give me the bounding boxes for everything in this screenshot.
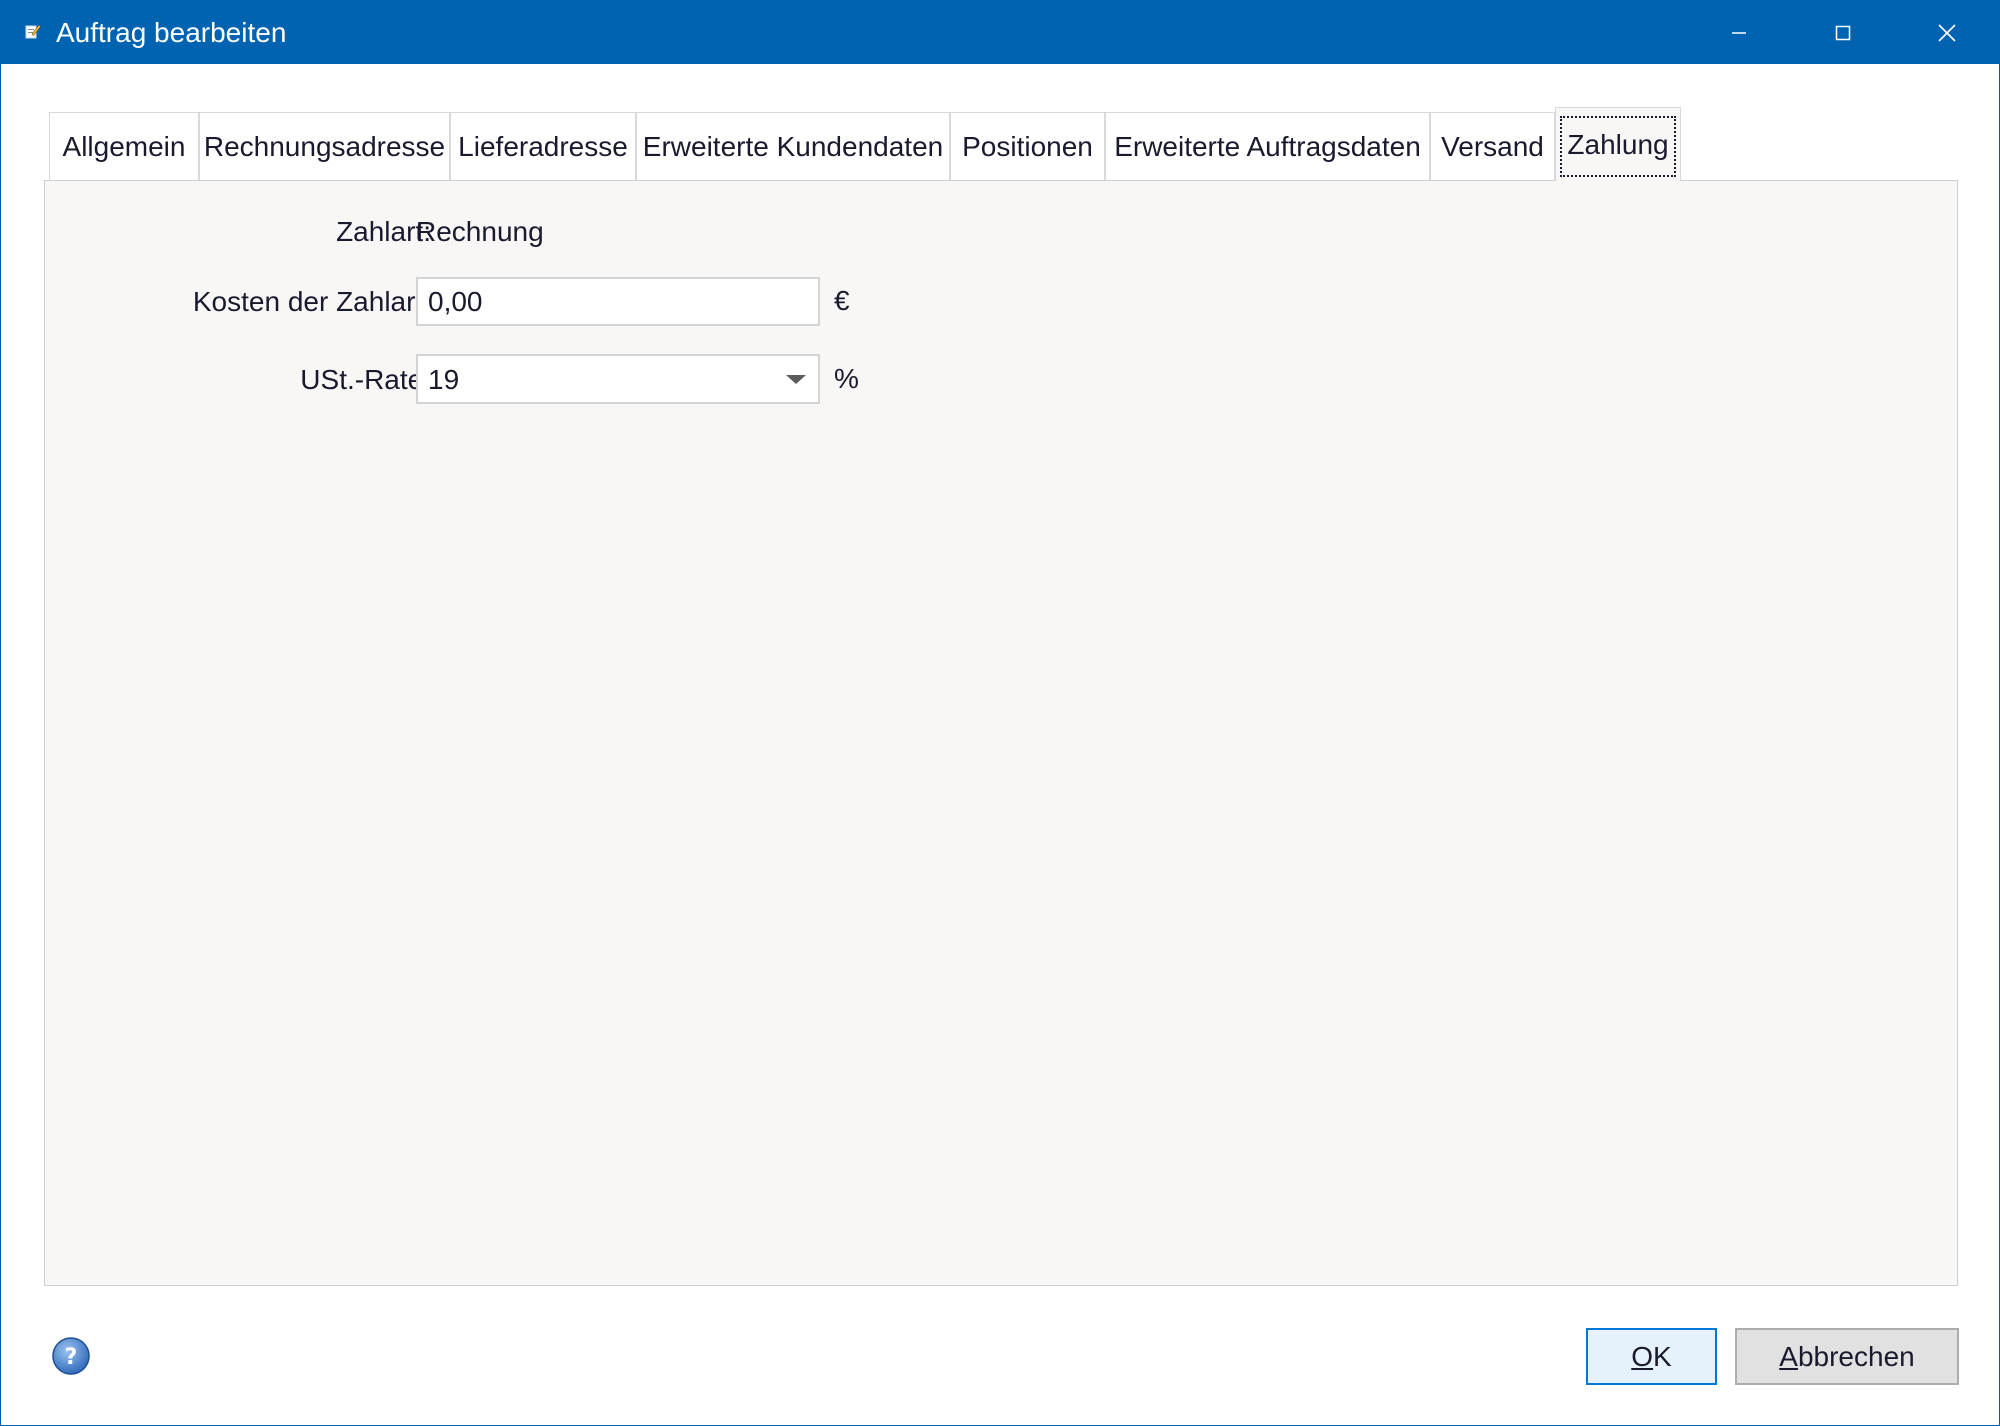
tab-label: Rechnungsadresse xyxy=(203,130,446,162)
ok-mnemonic: O xyxy=(1631,1340,1654,1372)
tab-label: Zahlung xyxy=(1567,128,1669,160)
currency-unit: € xyxy=(834,285,850,316)
tab-rechnungsadresse[interactable]: Rechnungsadresse xyxy=(199,112,450,180)
tab-versand[interactable]: Versand xyxy=(1430,112,1555,180)
title-bar[interactable]: Auftrag bearbeiten xyxy=(1,1,1999,64)
ok-button[interactable]: OK xyxy=(1586,1328,1717,1385)
dialog-window: Auftrag bearbeiten Allgemein Rechnungsad… xyxy=(0,0,2000,1426)
tab-erweiterte-auftragsdaten[interactable]: Erweiterte Auftragsdaten xyxy=(1105,112,1430,180)
vat-rate-value: 19 xyxy=(428,364,460,395)
edit-document-icon xyxy=(25,23,41,39)
tab-label: Lieferadresse xyxy=(458,130,628,162)
svg-text:?: ? xyxy=(65,1345,78,1370)
cancel-button[interactable]: Abbrechen xyxy=(1735,1328,1959,1385)
ok-label-rest: K xyxy=(1653,1340,1672,1372)
tab-label: Allgemein xyxy=(62,130,186,162)
tab-erweiterte-kundendaten[interactable]: Erweiterte Kundendaten xyxy=(636,112,950,180)
percent-unit: % xyxy=(834,363,859,394)
minimize-icon xyxy=(1731,25,1747,41)
maximize-button[interactable] xyxy=(1791,1,1895,64)
tab-positionen[interactable]: Positionen xyxy=(950,112,1105,180)
payment-method-value: Rechnung xyxy=(416,216,544,247)
cancel-mnemonic: A xyxy=(1779,1340,1798,1372)
tab-label: Erweiterte Kundendaten xyxy=(642,130,944,162)
payment-cost-input[interactable] xyxy=(416,277,820,326)
vat-rate-select[interactable]: 19 xyxy=(416,354,820,404)
tab-zahlung[interactable]: Zahlung xyxy=(1555,107,1681,181)
tab-lieferadresse[interactable]: Lieferadresse xyxy=(450,112,636,180)
chevron-down-icon xyxy=(786,375,806,384)
help-icon[interactable]: ? xyxy=(51,1336,91,1376)
close-icon xyxy=(1938,23,1956,42)
tab-label: Erweiterte Auftragsdaten xyxy=(1114,130,1421,162)
vat-rate-label: USt.-Rate: xyxy=(300,364,431,395)
maximize-icon xyxy=(1835,25,1851,41)
payment-cost-label: Kosten der Zahlart: xyxy=(192,286,431,317)
cancel-label-rest: bbrechen xyxy=(1797,1340,1915,1372)
tab-allgemein[interactable]: Allgemein xyxy=(49,112,199,180)
minimize-button[interactable] xyxy=(1687,1,1791,64)
close-button[interactable] xyxy=(1895,1,1999,64)
tab-label: Positionen xyxy=(962,130,1093,162)
window-title: Auftrag bearbeiten xyxy=(56,17,287,48)
tab-label: Versand xyxy=(1441,130,1544,162)
payment-panel: Zahlart: Rechnung Kosten der Zahlart: € … xyxy=(44,180,1958,1286)
